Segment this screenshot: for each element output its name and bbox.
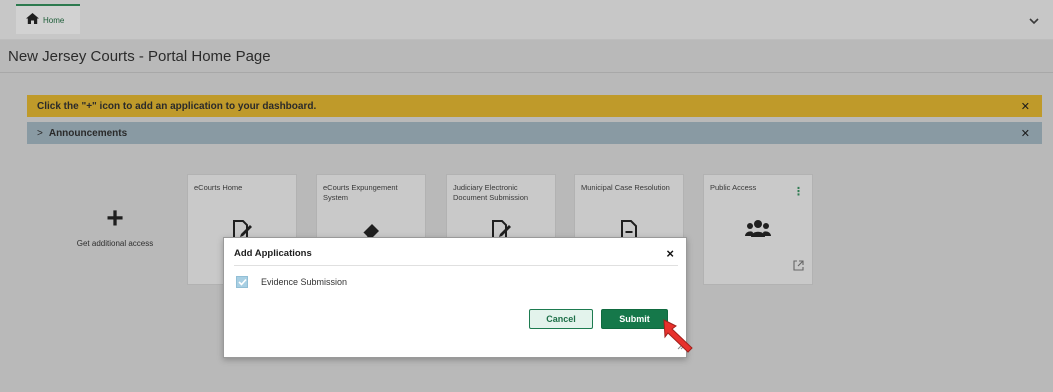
chevron-right-icon[interactable]: >: [37, 128, 43, 139]
app-card-title: Municipal Case Resolution: [581, 183, 670, 192]
notice-banner-text: Click the "+" icon to add an application…: [37, 100, 317, 112]
tab-bar: Home: [0, 0, 1053, 40]
external-link-icon[interactable]: [793, 258, 804, 276]
app-card-title: Public Access: [710, 183, 757, 192]
kebab-menu-icon[interactable]: ⋮: [793, 185, 804, 198]
submit-button[interactable]: Submit: [601, 309, 668, 329]
evidence-submission-label: Evidence Submission: [261, 277, 348, 287]
get-additional-access-label: Get additional access: [76, 239, 154, 248]
dialog-header: Add Applications ×: [234, 244, 678, 266]
app-card-title: Judiciary Electronic Document Submission: [453, 183, 529, 202]
close-icon[interactable]: ✕: [1021, 100, 1030, 113]
app-card-title: eCourts Home: [194, 183, 243, 192]
pointer-arrow-icon: [662, 318, 702, 359]
tab-home-label: Home: [43, 15, 65, 25]
app-card-title: eCourts Expungement System: [323, 183, 398, 202]
chevron-down-icon[interactable]: [1029, 14, 1039, 28]
list-item[interactable]: Evidence Submission: [236, 276, 347, 288]
dialog-title: Add Applications: [234, 248, 312, 259]
notice-banner: Click the "+" icon to add an application…: [27, 95, 1042, 117]
evidence-submission-checkbox[interactable]: [236, 276, 248, 288]
home-icon: [26, 11, 39, 29]
get-additional-access-tile[interactable]: + Get additional access: [55, 204, 175, 249]
close-icon[interactable]: ×: [666, 246, 674, 261]
add-applications-dialog: Add Applications × Evidence Submission C…: [223, 237, 687, 358]
announcements-banner[interactable]: > Announcements ✕: [27, 122, 1042, 144]
announcements-label: Announcements: [48, 127, 128, 139]
tab-home[interactable]: Home: [16, 4, 80, 34]
plus-icon[interactable]: +: [55, 204, 175, 234]
cancel-button[interactable]: Cancel: [529, 309, 593, 329]
app-card-public-access[interactable]: Public Access ⋮: [703, 174, 813, 285]
page-title: New Jersey Courts - Portal Home Page: [8, 48, 271, 65]
close-icon[interactable]: ✕: [1021, 127, 1030, 140]
users-icon: [745, 219, 771, 244]
divider: [0, 72, 1053, 73]
